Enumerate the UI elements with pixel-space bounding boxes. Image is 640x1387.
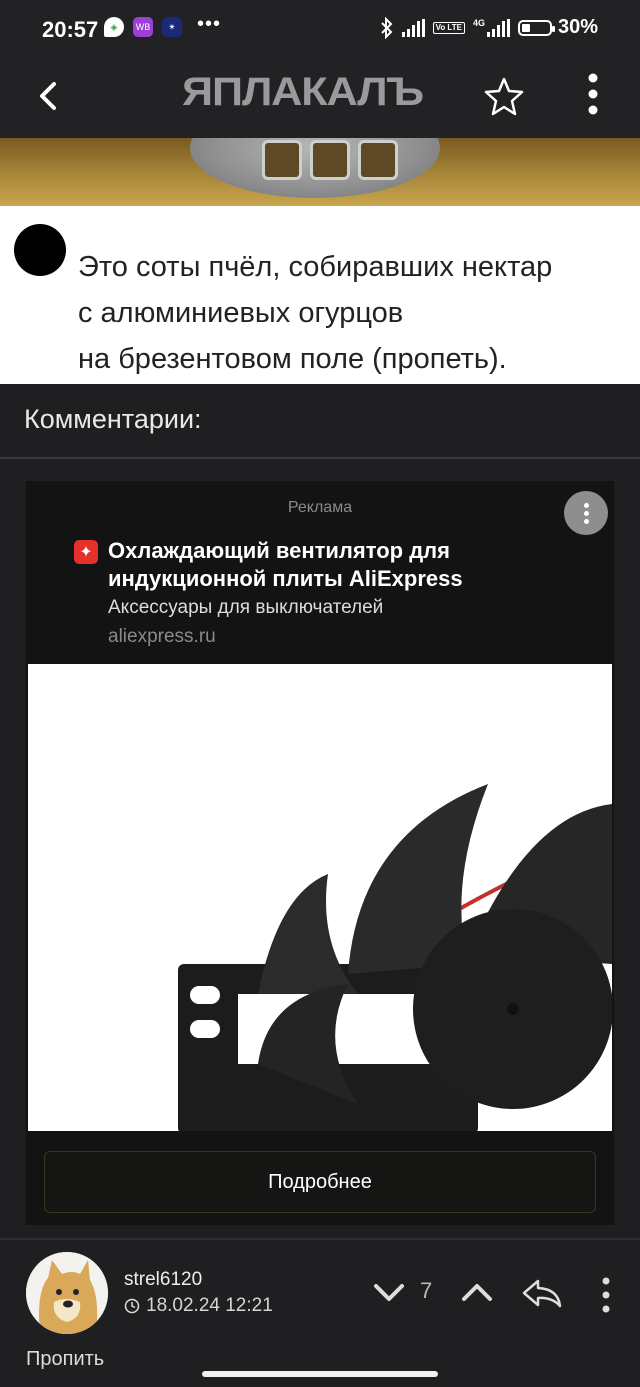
battery-icon <box>517 19 555 36</box>
aliexpress-icon: ✦ <box>74 540 98 564</box>
divider <box>0 457 640 459</box>
avatar[interactable] <box>26 1252 108 1334</box>
meme-caption: Это соты пчёл, собиравших нектар с алюми… <box>78 251 553 375</box>
maps-icon: ◈ <box>104 17 124 37</box>
status-bar: 20:57 ◈ WB ✴ ••• Vo LTE 4G 30% <box>0 0 640 58</box>
network-type: 4G <box>472 18 485 28</box>
star-icon[interactable] <box>482 74 526 118</box>
ad-domain: aliexpress.ru <box>108 626 216 647</box>
ad-title[interactable]: Охлаждающий вентилятор для индукционной … <box>108 537 568 593</box>
comments-heading: Комментарии: <box>24 404 202 434</box>
site-logo[interactable]: ЯПЛАКАЛЪ <box>182 70 424 115</box>
comment-date-text: 18.02.24 12:21 <box>146 1295 273 1316</box>
honeycomb-cell <box>262 140 302 180</box>
ad-image[interactable] <box>28 664 612 1131</box>
fan-image <box>178 784 612 1131</box>
app-icon: ✴ <box>162 17 182 37</box>
menu-icon[interactable] <box>578 72 608 116</box>
ad-details-button[interactable]: Подробнее <box>44 1151 596 1213</box>
battery-percent: 30% <box>557 16 598 38</box>
status-app-icons: ◈ WB ✴ ••• <box>104 13 221 37</box>
meme-photo <box>0 138 640 206</box>
meme-avatar-dot <box>14 224 66 276</box>
bluetooth-icon <box>380 16 392 39</box>
ad-menu-button[interactable] <box>564 491 608 535</box>
signal-icon <box>401 18 425 37</box>
honeycomb-cell <box>358 140 398 180</box>
clock-icon <box>124 1298 140 1314</box>
signal-icon-2 <box>486 18 510 37</box>
ad-label: Реклама <box>287 499 353 516</box>
vote-down-icon[interactable] <box>372 1278 406 1306</box>
wildberries-icon: WB <box>133 17 153 37</box>
back-icon[interactable] <box>30 76 70 116</box>
vote-up-icon[interactable] <box>460 1278 494 1306</box>
more-notifications-icon: ••• <box>197 12 222 35</box>
reply-icon[interactable] <box>520 1276 564 1310</box>
honeycomb-cell <box>310 140 350 180</box>
gesture-bar[interactable] <box>202 1371 438 1377</box>
comment-menu-icon[interactable] <box>596 1276 616 1314</box>
post-image: Это соты пчёл, собиравших нектар с алюми… <box>0 138 640 384</box>
vote-count: 7 <box>420 1278 433 1303</box>
status-right: Vo LTE 4G 30% <box>380 16 598 39</box>
comment-date: 18.02.24 12:21 <box>124 1295 273 1317</box>
volte-icon: Vo LTE <box>432 21 465 34</box>
ad-subtitle: Аксессуары для выключателей <box>108 597 384 618</box>
app-bar: ЯПЛАКАЛЪ <box>0 58 640 138</box>
comment-text: Пропить <box>26 1348 105 1370</box>
status-time: 20:57 <box>42 17 99 42</box>
ad-block[interactable]: Реклама ✦ Охлаждающий вентилятор для инд… <box>26 481 614 1225</box>
comment-username[interactable]: strel6120 <box>124 1269 202 1291</box>
doge-avatar-icon <box>26 1252 108 1334</box>
comment-item: strel6120 18.02.24 12:21 7 Пропить <box>0 1240 640 1387</box>
